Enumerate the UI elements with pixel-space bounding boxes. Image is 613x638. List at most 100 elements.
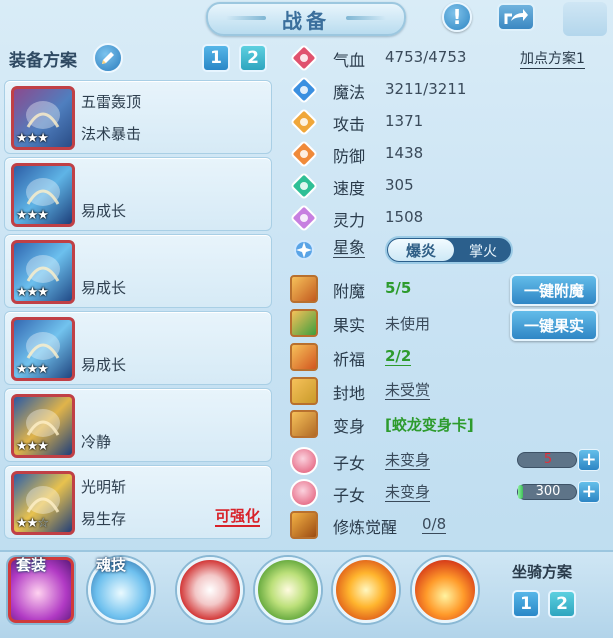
equipment-icon[interactable]: ★★★ [11,240,75,304]
child-status[interactable]: 未变身 [385,451,431,470]
child-slider[interactable]: 300 [517,484,577,500]
extra-label: 附魔 [333,282,366,301]
shield-icon [291,141,317,167]
blessing-icon [290,343,318,371]
star-sign-option-zhanghuo[interactable]: 掌火 [457,241,509,261]
mount-tab-1[interactable]: 1 [512,590,540,618]
mount-scheme-label: 坐骑方案 [512,563,573,581]
equipment-icon[interactable]: ★★★ [11,163,75,227]
cultivation-value[interactable]: 0/8 [422,515,447,534]
child-slider[interactable]: 5 [517,452,577,468]
stat-label: 速度 [333,179,366,198]
stat-label: 防御 [333,147,366,166]
extra-value: 未使用 [385,315,431,333]
equipment-icon[interactable]: ★★★ [11,394,75,458]
extra-label: 祈福 [333,350,366,369]
stat-value: 1438 [385,144,424,162]
equipment-icon[interactable]: ★★★ [11,317,75,381]
stat-row: 魔法 3211/3211 [290,76,610,104]
child-plus-button[interactable]: + [578,481,600,503]
star-sign-icon [294,240,314,260]
stat-row: 速度 305 [290,172,610,200]
extra-row: 变身 [蛟龙变身卡] [290,410,610,438]
star-rating: ★★★ [16,285,49,300]
scheme-tab-2[interactable]: 2 [239,44,267,72]
equipment-card[interactable]: ★★★ 易成长 [4,157,272,231]
skill-slot[interactable] [331,555,401,625]
extra-row: 祈福 2/2 [290,343,610,371]
mana-icon [291,77,317,103]
stat-row: 防御 1438 [290,140,610,168]
stat-value: 1508 [385,208,424,226]
fruit-icon [290,309,318,337]
equipment-card[interactable]: ★★☆ 光明斩 易生存 可强化 [4,465,272,539]
equipment-card[interactable]: ★★★ 易成长 [4,234,272,308]
extra-label: 果实 [333,316,366,335]
equipment-icon[interactable]: ★★☆ [11,471,75,535]
equipment-card[interactable]: ★★★ 易成长 [4,311,272,385]
child-icon-2 [290,479,318,507]
star-rating: ★★★ [16,208,49,223]
edit-scheme-button[interactable] [93,43,123,73]
skill-slot[interactable] [253,555,323,625]
skill-slot[interactable]: 套装 [6,555,76,625]
fire-orb-icon [333,557,399,623]
sword-icon [291,109,317,135]
star-rating: ★★★ [16,439,49,454]
help-button[interactable]: ! [442,2,472,32]
skill-slot[interactable]: 魂技 [86,555,156,625]
extra-value[interactable]: 未受赏 [385,381,431,400]
one-click-fruit-button[interactable]: 一键果实 [510,309,598,341]
mount-tab-2[interactable]: 2 [548,590,576,618]
extra-label: 封地 [333,384,366,403]
equipment-card[interactable]: ★★★ 五雷轰顶法术暴击 [4,80,272,154]
star-sign-toggle[interactable]: 爆炎 掌火 [385,236,513,264]
equipment-trait: 易成长 [81,279,127,297]
stat-value: 4753/4753 [385,48,467,66]
fief-icon [290,377,318,405]
equipment-trait: 易成长 [81,356,127,374]
exclamation-icon: ! [452,5,462,29]
page-title: 战备 [282,8,330,33]
cultivation-icon [290,511,318,539]
star-rating: ★★☆ [16,516,49,531]
pencil-icon [102,52,114,64]
skill-slot[interactable] [175,555,245,625]
equipment-name: 光明斩 [81,478,127,496]
equipment-trait: 冷静 [81,433,112,451]
skill-slot[interactable] [410,555,480,625]
star-sign-option-baoyan[interactable]: 爆炎 [388,239,454,261]
equipment-name: 五雷轰顶 [81,93,142,111]
equipment-icon[interactable]: ★★★ [11,86,75,150]
stat-label: 灵力 [333,211,366,230]
skill-label: 套装 [16,556,47,574]
stat-row: 攻击 1371 [290,108,610,136]
extra-value[interactable]: 2/2 [385,347,412,366]
child-label: 子女 [333,486,366,505]
enchant-icon [290,275,318,303]
close-button-area[interactable] [563,2,607,36]
star-sign-label[interactable]: 星象 [333,239,366,258]
equipment-trait: 法术暴击 [81,125,142,143]
stat-value: 305 [385,176,414,194]
child-plus-button[interactable]: + [578,449,600,471]
heart-icon [291,45,317,71]
equipment-card[interactable]: ★★★ 冷静 [4,388,272,462]
share-arrow-icon [504,9,528,24]
stat-label: 攻击 [333,115,366,134]
share-button[interactable] [497,3,535,31]
red-blade-icon [177,557,243,623]
child-slider-value: 5 [543,452,553,467]
child-status[interactable]: 未变身 [385,483,431,502]
one-click-enchant-button[interactable]: 一键附魔 [510,274,598,306]
add-point-scheme-link[interactable]: 加点方案1 [520,50,585,69]
skill-label: 魂技 [96,556,127,574]
scheme-tab-1[interactable]: 1 [202,44,230,72]
equipment-trait: 易成长 [81,202,127,220]
child-label: 子女 [333,454,366,473]
child-icon-1 [290,447,318,475]
upgradable-link[interactable]: 可强化 [215,508,261,527]
transform-icon [290,410,318,438]
flame-icon [412,557,478,623]
spirit-icon [291,205,317,231]
